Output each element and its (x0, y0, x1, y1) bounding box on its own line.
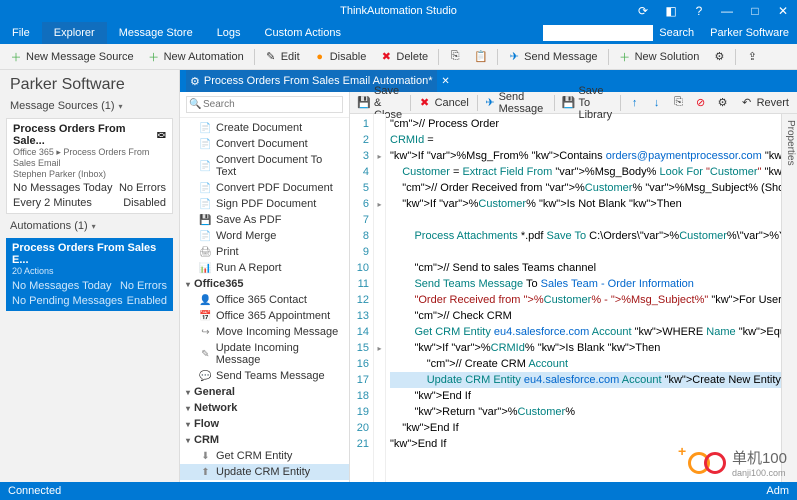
action-icon: 📅 (200, 311, 211, 322)
delete-button[interactable]: ✖Delete (374, 49, 434, 65)
tab-icon: ⚙ (190, 75, 200, 88)
new-automation-button[interactable]: ＋New Automation (142, 49, 250, 65)
tree-item[interactable]: ✎Update Incoming Message (180, 340, 349, 368)
tree-item[interactable]: ⬇Get CRM Entity (180, 448, 349, 464)
tree-group[interactable]: ▾ Network (180, 400, 349, 416)
search-label[interactable]: Search (659, 27, 694, 39)
tree-item[interactable]: 📄Convert Document To Text (180, 152, 349, 180)
send-message-button[interactable]: ✈Send Message (502, 49, 603, 65)
editor-send-button[interactable]: ✈Send Message (481, 90, 550, 116)
actions-tree: 📄Create Document📄Convert Document📄Conver… (180, 118, 349, 482)
tree-item[interactable]: 📊Run A Report (180, 260, 349, 276)
minimize-button[interactable]: — (717, 2, 737, 20)
new-solution-button[interactable]: ＋New Solution (613, 49, 706, 65)
tree-item[interactable]: 💾Save As PDF (180, 212, 349, 228)
action-icon: 🖨 (200, 247, 211, 258)
ed-disable-button[interactable]: ⊘ (691, 96, 711, 110)
menu-explorer[interactable]: Explorer (42, 22, 107, 44)
tree-item[interactable]: 📄Word Merge (180, 228, 349, 244)
action-icon: 📄 (200, 139, 211, 150)
editor-toolbar: 💾Save & Close ✖Cancel ✈Send Message 💾Sav… (350, 92, 797, 114)
actions-search-input[interactable] (186, 96, 343, 113)
dash-icon[interactable]: ◧ (661, 2, 681, 20)
fold-gutter: ▸▸▸ (374, 114, 386, 482)
action-icon: 💾 (200, 215, 211, 226)
main-toolbar: ＋New Message Source ＋New Automation ✎Edi… (0, 44, 797, 70)
new-message-source-button[interactable]: ＋New Message Source (4, 49, 140, 65)
action-icon: ⬇ (200, 451, 211, 462)
status-connected: Connected (8, 485, 61, 497)
action-icon: 💬 (200, 371, 211, 382)
brand-label: Parker Software (702, 22, 797, 44)
menu-custom-actions[interactable]: Custom Actions (253, 22, 353, 44)
action-icon: 📄 (200, 161, 211, 172)
titlebar: ThinkAutomation Studio ⟳ ◧ ? — □ ✕ (0, 0, 797, 22)
tree-group[interactable]: ▾ Flow (180, 416, 349, 432)
settings-button[interactable]: ⚙ (707, 49, 731, 65)
tree-group[interactable]: ▾ Office365 (180, 276, 349, 292)
menu-message-store[interactable]: Message Store (107, 22, 205, 44)
message-sources-header[interactable]: Message Sources (1)▾ (0, 96, 179, 116)
code-area[interactable]: "cm">// Process OrderCRMId ="kw">If "var… (386, 114, 797, 482)
action-icon: 📄 (200, 199, 211, 210)
action-icon: 📊 (200, 263, 211, 274)
tree-item[interactable]: 📄Convert Document (180, 136, 349, 152)
search-icon: 🔍 (189, 99, 201, 110)
tree-item[interactable]: 📄Sign PDF Document (180, 196, 349, 212)
tree-item[interactable]: 👤Office 365 Contact (180, 292, 349, 308)
action-icon: ✎ (200, 349, 211, 360)
left-panel: Parker Software Message Sources (1)▾ Pro… (0, 70, 180, 482)
copy-button[interactable]: ⎘ (443, 49, 467, 65)
edit-button[interactable]: ✎Edit (259, 49, 306, 65)
close-button[interactable]: ✕ (773, 2, 793, 20)
ed-settings-button[interactable]: ⚙ (713, 96, 733, 110)
action-icon: 👤 (200, 295, 211, 306)
properties-tab[interactable]: Properties (781, 114, 797, 482)
export-button[interactable]: ⇪ (740, 49, 764, 65)
tree-item[interactable]: ⬆Update CRM Entity (180, 464, 349, 480)
cancel-button[interactable]: ✖Cancel (415, 96, 473, 110)
move-up-button[interactable]: ↑ (625, 96, 645, 110)
code-editor: 💾Save & Close ✖Cancel ✈Send Message 💾Sav… (350, 92, 797, 482)
tree-item[interactable]: 📄Convert PDF Document (180, 180, 349, 196)
action-icon: ↪ (200, 327, 211, 338)
tree-item[interactable]: 🖨Print (180, 244, 349, 260)
status-user: Adm (766, 485, 789, 497)
menubar: File Explorer Message Store Logs Custom … (0, 22, 797, 44)
menu-file[interactable]: File (0, 22, 42, 44)
tree-group[interactable]: ▾ General (180, 384, 349, 400)
automations-header[interactable]: Automations (1)▾ (0, 216, 179, 236)
line-gutter: 123456789101112131415161718192021 (350, 114, 374, 482)
tab-close-button[interactable]: ✕ (439, 74, 453, 88)
move-down-button[interactable]: ↓ (647, 96, 667, 110)
tab-strip: ⚙Process Orders From Sales Email Automat… (180, 70, 797, 92)
action-icon: 📄 (200, 123, 211, 134)
tree-group[interactable]: ▾ CRM (180, 432, 349, 448)
mail-icon: ✉ (157, 129, 166, 142)
actions-panel: 🔍 📄Create Document📄Convert Document📄Conv… (180, 92, 350, 482)
app-title: ThinkAutomation Studio (340, 5, 457, 17)
tree-item[interactable]: ↪Move Incoming Message (180, 324, 349, 340)
paste-button[interactable]: 📋 (469, 49, 493, 65)
search-input[interactable] (543, 25, 653, 41)
ed-copy-button[interactable]: ⎘ (669, 96, 689, 110)
automation-card[interactable]: Process Orders From Sales E... 20 Action… (6, 238, 173, 311)
maximize-button[interactable]: □ (745, 2, 765, 20)
tree-item[interactable]: 📄Create Document (180, 120, 349, 136)
message-source-card[interactable]: Process Orders From Sale...✉ Office 365 … (6, 118, 173, 214)
disable-button[interactable]: ●Disable (308, 49, 373, 65)
tree-item[interactable]: 📅Office 365 Appointment (180, 308, 349, 324)
menu-logs[interactable]: Logs (205, 22, 253, 44)
revert-button[interactable]: ↶Revert (737, 96, 793, 110)
tree-item[interactable]: 💬Send Teams Message (180, 368, 349, 384)
solution-title: Parker Software (0, 70, 179, 96)
action-icon: 📄 (200, 183, 211, 194)
status-bar: Connected Adm (0, 482, 797, 500)
help-icon[interactable]: ? (689, 2, 709, 20)
action-icon: 📄 (200, 231, 211, 242)
action-icon: ⬆ (200, 467, 211, 478)
sync-icon[interactable]: ⟳ (633, 2, 653, 20)
